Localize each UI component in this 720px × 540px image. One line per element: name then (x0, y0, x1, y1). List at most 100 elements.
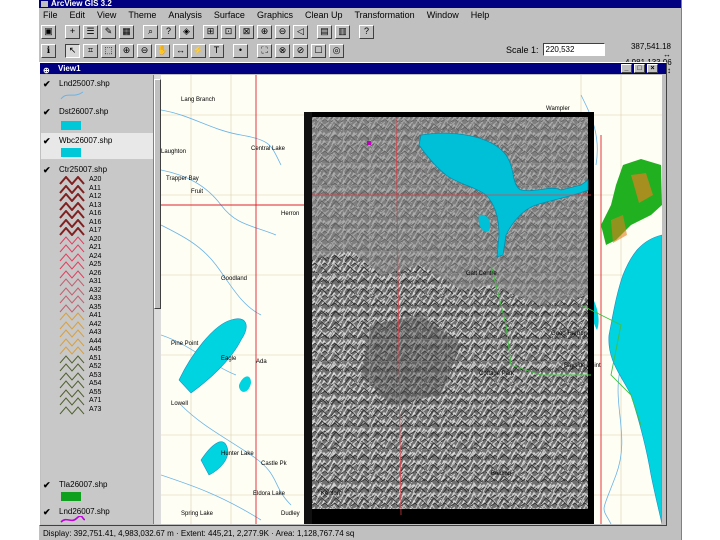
map-place-label: Bayside Point (564, 363, 601, 369)
theme-visibility-checkbox[interactable]: ✔ (43, 79, 51, 90)
label-icon: ☐ (314, 45, 323, 55)
theme-name: Tla26007.shp (59, 480, 108, 489)
status-bar: Display: 392,751.41, 4,983,032.67 m · Ex… (39, 527, 681, 540)
legend-class-label: A26 (89, 269, 102, 277)
legend-class-label: A24 (89, 252, 102, 260)
locate-address-button[interactable]: ? (161, 24, 176, 39)
zoom-to-selected-button[interactable]: ⊠ (239, 24, 254, 39)
zoom-previous-button[interactable]: ◁ (293, 24, 308, 39)
urban-area-east (601, 159, 662, 245)
legend-class-label: A53 (89, 371, 102, 379)
measure-button[interactable]: ↔ (173, 43, 188, 58)
map-place-label: Wampler (546, 106, 570, 112)
legend-class-label: A41 (89, 312, 102, 319)
theme-name: Lnd25007.shp (59, 79, 110, 88)
select-features-graphic-button[interactable]: ▤ (317, 24, 332, 39)
map-place-label: Lang Branch (181, 97, 215, 103)
theme-name: Dst26007.shp (59, 107, 109, 116)
identify-button[interactable]: ℹ (41, 43, 56, 58)
zoom-to-selected-icon: ⊠ (242, 26, 251, 36)
close-button[interactable]: × (647, 64, 658, 73)
zoom-previous-icon: ◁ (297, 26, 304, 36)
open-table-button[interactable]: ▦ (119, 24, 134, 39)
scale-label: Scale 1: (506, 44, 539, 55)
map-canvas[interactable]: Lang Branch Laughton Trapper Bay Fruit Goodl… (161, 75, 662, 524)
minimize-button[interactable]: _ (621, 64, 632, 73)
graphics-button[interactable]: ◎ (329, 43, 344, 58)
text-tool-button[interactable]: T (209, 43, 224, 58)
view-window: ⊕ View1 _ □ × ✔ Lnd25007.shp ✔ Dst26007.shp… (39, 62, 667, 526)
theme-visibility-checkbox[interactable]: ✔ (43, 136, 51, 147)
legend-class-label: A25 (89, 261, 102, 268)
theme-properties-button[interactable]: ☰ (83, 24, 98, 39)
measure-icon: ↔ (176, 45, 185, 55)
select-features-graphic-icon: ▤ (320, 26, 329, 36)
map-place-label: Castle Pk (261, 461, 288, 467)
app-title: ArcView GIS 3.2 (51, 0, 112, 8)
query-builder-button[interactable]: ◈ (179, 24, 194, 39)
graphics-icon: ◎ (332, 45, 341, 55)
legend-class-label: A51 (89, 354, 102, 362)
theme-visibility-checkbox[interactable]: ✔ (43, 480, 51, 491)
toc-scroll-thumb[interactable] (154, 79, 161, 309)
help-button[interactable]: ? (359, 24, 374, 39)
pan-icon: ✋ (156, 45, 169, 55)
map-display[interactable]: Lang Branch Laughton Trapper Bay Fruit Goodl… (161, 75, 662, 524)
locate-address-icon: ? (165, 26, 171, 36)
menu-theme[interactable]: Theme (128, 10, 156, 20)
menu-edit[interactable]: Edit (70, 10, 86, 20)
menu-file[interactable]: File (43, 10, 58, 20)
theme-visibility-checkbox[interactable]: ✔ (43, 107, 51, 118)
maximize-button[interactable]: □ (634, 64, 645, 73)
map-place-label: Galt Centre (466, 271, 497, 277)
label-button[interactable]: ☐ (311, 43, 326, 58)
menu-surface[interactable]: Surface (214, 10, 245, 20)
zoom-out-button[interactable]: ⊖ (137, 43, 152, 58)
bay-east (608, 234, 662, 524)
zoom-in-fixed-icon: ⊕ (260, 26, 269, 36)
theme-visibility-checkbox[interactable]: ✔ (43, 165, 51, 176)
hotlink-button[interactable]: ⚡ (191, 43, 206, 58)
split-button[interactable]: ⊗ (275, 43, 290, 58)
add-theme-button[interactable]: + (65, 24, 80, 39)
legend-class-label: A12 (89, 193, 102, 200)
zoom-out-fixed-icon: ⊖ (278, 26, 287, 36)
edit-legend-button[interactable]: ✎ (101, 24, 116, 39)
menu-view[interactable]: View (97, 10, 116, 20)
menu-transformation[interactable]: Transformation (355, 10, 415, 20)
theme-visibility-checkbox[interactable]: ✔ (43, 507, 51, 518)
theme-name: Wbc26007.shp (59, 136, 113, 145)
draw-point-button[interactable]: • (233, 43, 248, 58)
legend-line-symbol (59, 405, 85, 415)
menu-bar: File Edit View Theme Analysis Surface Gr… (39, 8, 681, 22)
snap-button[interactable]: ⛶ (257, 43, 272, 58)
clear-selection-button[interactable]: ▥ (335, 24, 350, 39)
vertex-edit-button[interactable]: ⌗ (83, 43, 98, 58)
save-project-button[interactable]: ▣ (41, 24, 56, 39)
find-button[interactable]: ⌕ (143, 24, 158, 39)
legend-class-label: A44 (89, 337, 102, 345)
pointer-button[interactable]: ↖ (65, 43, 80, 58)
zoom-to-full-extent-button[interactable]: ⊞ (203, 24, 218, 39)
menu-analysis[interactable]: Analysis (168, 10, 202, 20)
legend-class-label: A13 (89, 201, 102, 209)
legend-class-label: A73 (89, 405, 102, 413)
legend-class-label: A71 (89, 397, 102, 404)
map-place-label: Spring Lake (181, 511, 214, 517)
menu-graphics[interactable]: Graphics (257, 10, 293, 20)
zoom-to-themes-button[interactable]: ⊡ (221, 24, 236, 39)
scale-input[interactable]: 220,532 (542, 43, 605, 56)
zoom-out-fixed-button[interactable]: ⊖ (275, 24, 290, 39)
menu-clean-up[interactable]: Clean Up (305, 10, 343, 20)
merge-button[interactable]: ⊘ (293, 43, 308, 58)
select-feature-button[interactable]: ⬚ (101, 43, 116, 58)
menu-help[interactable]: Help (471, 10, 490, 20)
zoom-in-button[interactable]: ⊕ (119, 43, 134, 58)
lake-west-2 (200, 441, 229, 476)
hotlink-icon: ⚡ (192, 45, 205, 55)
zoom-in-fixed-button[interactable]: ⊕ (257, 24, 272, 39)
menu-window[interactable]: Window (427, 10, 459, 20)
map-place-label: Belding (491, 471, 511, 477)
map-place-label: Ada (256, 359, 267, 365)
pan-button[interactable]: ✋ (155, 43, 170, 58)
